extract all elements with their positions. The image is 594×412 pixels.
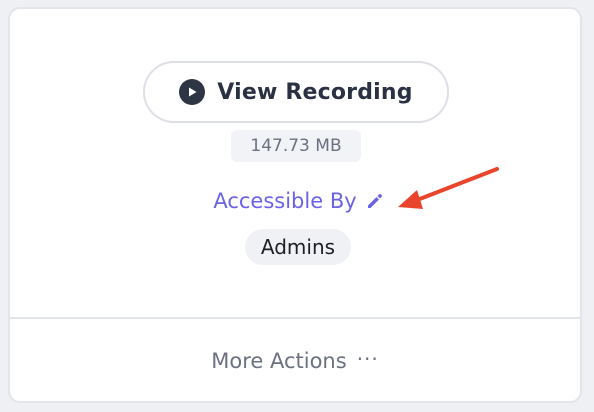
more-actions-button[interactable]: More Actions ··· (10, 319, 580, 401)
accessible-by-label: Accessible By (213, 189, 357, 213)
play-icon (179, 79, 206, 105)
recording-card: View Recording 147.73 MB Accessible By A… (8, 7, 582, 403)
file-size-badge: 147.73 MB (231, 130, 361, 162)
recording-panel: View Recording 147.73 MB Accessible By A… (10, 9, 580, 317)
more-actions-label: More Actions (211, 349, 347, 373)
accessible-by-row: Accessible By (10, 189, 580, 213)
view-recording-label: View Recording (217, 79, 413, 105)
view-recording-button[interactable]: View Recording (143, 61, 449, 123)
role-chip-admins: Admins (245, 229, 351, 265)
pencil-icon[interactable] (365, 191, 385, 211)
more-dots-icon: ··· (356, 347, 379, 371)
